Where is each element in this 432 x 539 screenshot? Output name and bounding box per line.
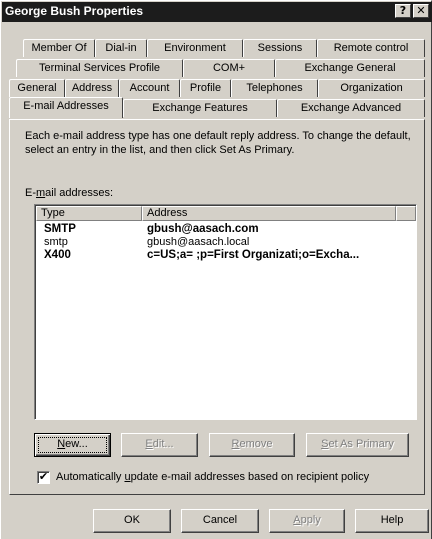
tab-exchange-features[interactable]: Exchange Features bbox=[123, 99, 277, 117]
description-text: Each e-mail address type has one default… bbox=[25, 130, 411, 156]
list-item[interactable]: smtp gbush@aasach.local bbox=[36, 236, 416, 248]
edit-button[interactable]: Edit... bbox=[121, 433, 198, 457]
row-address: gbush@aasach.com bbox=[147, 223, 259, 235]
row-address: gbush@aasach.local bbox=[147, 236, 250, 248]
window-title: George Bush Properties bbox=[5, 4, 144, 18]
tab-address[interactable]: Address bbox=[65, 79, 119, 97]
remove-button[interactable]: Remove bbox=[209, 433, 295, 457]
column-header-filler bbox=[396, 206, 416, 221]
tab-sessions[interactable]: Sessions bbox=[243, 39, 317, 57]
column-header-type[interactable]: Type bbox=[36, 206, 142, 221]
tab-telephones[interactable]: Telephones bbox=[231, 79, 318, 97]
tab-row-2: Terminal Services Profile COM+ Exchange … bbox=[16, 59, 425, 77]
set-as-primary-button[interactable]: Set As Primary bbox=[306, 433, 409, 457]
apply-button[interactable]: Apply bbox=[269, 509, 345, 533]
tab-row-4: E-mail Addresses Exchange Features Excha… bbox=[9, 97, 425, 118]
ok-button[interactable]: OK bbox=[93, 509, 171, 533]
auto-update-label: Automatically update e-mail addresses ba… bbox=[56, 471, 370, 483]
tab-row-1: Member Of Dial-in Environment Sessions R… bbox=[23, 39, 425, 57]
list-item[interactable]: SMTP gbush@aasach.com bbox=[36, 223, 416, 235]
tab-terminal-services-profile[interactable]: Terminal Services Profile bbox=[16, 59, 183, 77]
list-item[interactable]: X400 c=US;a= ;p=First Organizati;o=Excha… bbox=[36, 249, 416, 261]
tab-general[interactable]: General bbox=[9, 79, 65, 97]
title-bar: George Bush Properties ? ✕ bbox=[2, 2, 432, 22]
tab-exchange-advanced[interactable]: Exchange Advanced bbox=[277, 99, 425, 117]
tab-organization[interactable]: Organization bbox=[318, 79, 425, 97]
row-type: SMTP bbox=[44, 223, 76, 235]
email-address-list[interactable]: Type Address SMTP gbush@aasach.com smtp … bbox=[34, 204, 417, 420]
tab-environment[interactable]: Environment bbox=[147, 39, 243, 57]
help-button[interactable]: Help bbox=[355, 509, 429, 533]
row-type: smtp bbox=[44, 236, 68, 248]
row-type: X400 bbox=[44, 249, 71, 261]
new-button[interactable]: New... bbox=[34, 433, 111, 457]
cancel-button[interactable]: Cancel bbox=[181, 509, 259, 533]
tab-profile[interactable]: Profile bbox=[180, 79, 231, 97]
tab-remote-control[interactable]: Remote control bbox=[317, 39, 425, 57]
help-icon[interactable]: ? bbox=[395, 4, 411, 18]
tab-row-3: General Address Account Profile Telephon… bbox=[9, 79, 425, 97]
email-addresses-label: E-mail addresses: bbox=[25, 187, 114, 199]
tab-exchange-general[interactable]: Exchange General bbox=[275, 59, 425, 77]
close-icon[interactable]: ✕ bbox=[413, 4, 429, 18]
column-header-address[interactable]: Address bbox=[142, 206, 396, 221]
tab-dial-in[interactable]: Dial-in bbox=[95, 39, 147, 57]
properties-dialog: George Bush Properties ? ✕ Member Of Dia… bbox=[0, 0, 432, 539]
tab-com-plus[interactable]: COM+ bbox=[183, 59, 275, 77]
row-address: c=US;a= ;p=First Organizati;o=Excha... bbox=[147, 249, 360, 261]
auto-update-checkbox[interactable]: ✔ bbox=[37, 471, 50, 484]
tab-member-of[interactable]: Member Of bbox=[23, 39, 95, 57]
tab-account[interactable]: Account bbox=[119, 79, 180, 97]
tab-email-addresses[interactable]: E-mail Addresses bbox=[9, 97, 123, 118]
